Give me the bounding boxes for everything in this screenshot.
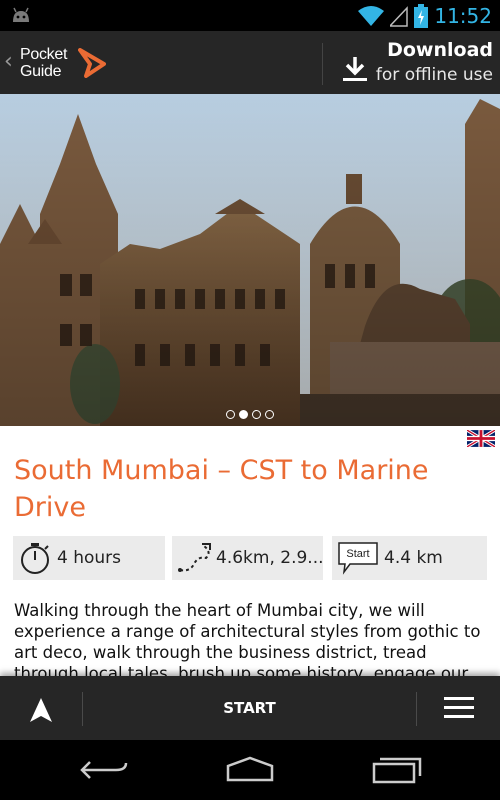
pocket-guide-logo[interactable]: Pocket Guide: [20, 46, 106, 82]
carousel-pager[interactable]: [0, 408, 500, 422]
download-offline-button[interactable]: Download for offline use: [323, 31, 500, 94]
hero-photo-carousel[interactable]: [0, 94, 500, 426]
menu-button[interactable]: [417, 676, 500, 740]
duration-value: 4 hours: [57, 548, 122, 568]
pager-dot[interactable]: [265, 410, 274, 419]
tour-details: South Mumbai – CST to Marine Drive 4 hou…: [0, 426, 500, 676]
duration-stat: 4 hours: [13, 536, 165, 580]
back-chevron-icon[interactable]: ‹: [4, 51, 13, 73]
distance-value: 4.6km, 2.9...: [216, 548, 323, 568]
status-bar: 11:52: [0, 0, 500, 31]
cst-building-photo: [0, 94, 500, 426]
hamburger-menu-icon: [444, 697, 474, 718]
start-button[interactable]: START: [83, 676, 416, 740]
home-icon[interactable]: [220, 754, 280, 786]
pager-dot-active[interactable]: [239, 410, 248, 419]
logo-arrow-icon: [78, 48, 106, 78]
status-time: 11:52: [434, 4, 492, 28]
recent-apps-icon[interactable]: [366, 754, 426, 786]
start-badge-text: Start: [346, 548, 369, 560]
logo-line1: Pocket: [20, 46, 68, 63]
signal-icon: [390, 6, 409, 27]
app-header: ‹ Pocket Guide Download for offline use: [0, 31, 500, 94]
logo-text: Pocket Guide: [20, 46, 67, 80]
logo-line2: Guide: [20, 63, 62, 80]
navigation-button[interactable]: [0, 676, 82, 740]
bottom-action-bar: START: [0, 676, 500, 740]
pager-dot[interactable]: [252, 410, 261, 419]
pager-dot[interactable]: [226, 410, 235, 419]
navigation-arrow-icon: [30, 698, 52, 722]
stopwatch-icon: [21, 543, 49, 574]
wifi-icon: [358, 6, 385, 26]
download-title: Download: [387, 39, 493, 61]
start-distance-stat: Start 4.4 km: [332, 536, 487, 580]
start-badge-icon: Start: [338, 542, 378, 575]
route-icon: [178, 543, 211, 572]
start-distance-value: 4.4 km: [384, 548, 443, 568]
battery-charging-icon: [414, 4, 429, 28]
distance-stat: 4.6km, 2.9...: [172, 536, 323, 580]
tour-description: Walking through the heart of Mumbai city…: [14, 601, 481, 676]
system-navigation-bar: [0, 740, 500, 800]
tour-title: South Mumbai – CST to Marine Drive: [14, 455, 429, 523]
download-subtitle: for offline use: [375, 65, 493, 85]
android-icon: [13, 7, 29, 22]
back-icon[interactable]: [74, 754, 134, 786]
uk-flag-icon[interactable]: [467, 430, 495, 447]
download-icon: [343, 57, 367, 81]
